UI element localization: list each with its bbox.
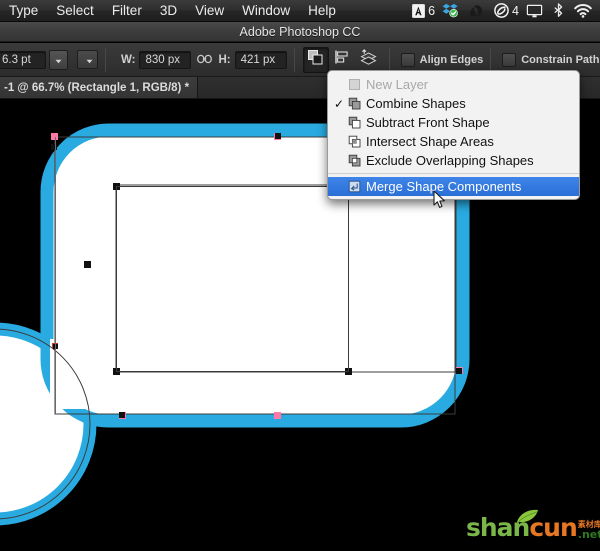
display-icon [526, 4, 543, 18]
menu-label-combine-shapes: Combine Shapes [363, 96, 466, 111]
menu-label-exclude-overlapping-shapes: Exclude Overlapping Shapes [363, 153, 534, 168]
constrain-path-checkbox[interactable] [502, 53, 516, 67]
align-edges-checkbox-row[interactable]: Align Edges [401, 53, 484, 67]
wifi-icon [574, 4, 592, 18]
dimensions-group: W: 830 px H: 421 px [113, 43, 287, 76]
dropbox-status-item[interactable] [442, 3, 462, 18]
menu-item-combine-shapes[interactable]: ✓ Combine Shapes [328, 94, 579, 113]
menu-bar-status-items: 6 [412, 3, 600, 18]
width-input[interactable]: 830 px [139, 51, 191, 69]
watermark-suffix: 素材库 .net [578, 521, 600, 540]
options-separator-2 [294, 48, 295, 72]
wifi-status-item[interactable] [574, 4, 595, 18]
anchor-point[interactable] [275, 133, 281, 139]
constrain-path-label: Constrain Path Dr [521, 54, 600, 66]
menu-item-window[interactable]: Window [233, 1, 299, 21]
menu-label-intersect-shape-areas: Intersect Shape Areas [363, 134, 494, 149]
photoshop-window: Type Select Filter 3D View Window Help 6 [0, 0, 600, 551]
menu-item-select[interactable]: Select [47, 1, 103, 21]
menu-bar-items: Type Select Filter 3D View Window Help [0, 1, 345, 21]
menu-item-subtract-front-shape[interactable]: Subtract Front Shape [328, 113, 579, 132]
stroke-width-group: 6.3 pt [0, 43, 68, 76]
height-input[interactable]: 421 px [235, 51, 287, 69]
align-edges-checkbox[interactable] [401, 53, 415, 67]
menu-label-merge-shape-components: Merge Shape Components [363, 179, 521, 194]
bluetooth-icon [553, 3, 564, 18]
options-separator-3 [389, 48, 390, 72]
menu-item-3d[interactable]: 3D [151, 1, 186, 21]
menu-item-intersect-shape-areas[interactable]: Intersect Shape Areas [328, 132, 579, 151]
stroke-style-dropdown[interactable] [77, 50, 98, 69]
acrobat-badge-count: 6 [428, 4, 435, 18]
path-operations-button[interactable] [303, 47, 329, 73]
creative-cloud-badge-count: 4 [512, 4, 519, 18]
anchor-point[interactable] [119, 412, 125, 418]
menu-item-help[interactable]: Help [299, 1, 345, 21]
chevron-down-icon [55, 51, 62, 69]
menu-bar: Type Select Filter 3D View Window Help 6 [0, 0, 600, 22]
creative-cloud-icon [494, 3, 509, 18]
menu-separator [328, 173, 579, 174]
bluetooth-status-item[interactable] [553, 3, 567, 18]
new-layer-icon [346, 78, 363, 91]
height-label: H: [218, 54, 230, 66]
menu-item-view[interactable]: View [186, 1, 233, 21]
path-arrangement-button[interactable] [357, 48, 381, 72]
acrobat-status-item[interactable]: 6 [412, 4, 435, 18]
exclude-overlapping-shapes-icon [346, 154, 363, 167]
path-alignment-icon [334, 49, 351, 70]
path-operations-popup-menu[interactable]: New Layer ✓ Combine Shapes Subtract Fron… [327, 70, 580, 200]
menu-label-subtract-front-shape: Subtract Front Shape [363, 115, 490, 130]
application-title: Adobe Photoshop CC [240, 25, 361, 39]
intersect-shape-areas-icon [346, 135, 363, 148]
anchor-point[interactable] [456, 368, 462, 374]
menu-item-filter[interactable]: Filter [103, 1, 151, 21]
acrobat-icon [412, 4, 425, 18]
application-title-bar: Adobe Photoshop CC [0, 22, 600, 42]
path-arrangement-icon [359, 49, 378, 71]
merge-shape-components-icon [346, 180, 363, 193]
anchor-point[interactable] [84, 261, 91, 268]
anchor-point[interactable] [274, 412, 281, 419]
chevron-down-icon [86, 51, 93, 69]
subtract-front-shape-icon [346, 116, 363, 129]
anchor-point[interactable] [51, 133, 58, 140]
google-drive-status-item[interactable] [469, 4, 487, 18]
leaf-icon [514, 504, 540, 529]
watermark-text-tld: .net [578, 529, 600, 540]
stroke-width-input[interactable]: 6.3 pt [0, 51, 46, 69]
align-edges-label: Align Edges [420, 54, 484, 66]
path-operations-icon [307, 49, 324, 71]
display-status-item[interactable] [526, 4, 546, 18]
menu-label-new-layer: New Layer [363, 77, 428, 92]
creative-cloud-status-item[interactable]: 4 [494, 3, 519, 18]
document-tab[interactable]: -1 @ 66.7% (Rectangle 1, RGB/8) * [0, 77, 198, 98]
options-separator [105, 48, 106, 72]
menu-item-new-layer[interactable]: New Layer [328, 75, 579, 94]
menu-item-exclude-overlapping-shapes[interactable]: Exclude Overlapping Shapes [328, 151, 579, 170]
constrain-path-checkbox-row[interactable]: Constrain Path Dr [502, 53, 600, 67]
anchor-point[interactable] [51, 144, 57, 150]
path-alignment-button[interactable] [331, 48, 355, 72]
menu-item-type[interactable]: Type [0, 1, 47, 21]
dropbox-icon [442, 3, 459, 18]
options-separator-4 [490, 48, 491, 72]
stroke-width-dropdown-button[interactable] [49, 50, 68, 70]
link-chain-icon[interactable] [197, 51, 212, 69]
width-label: W: [121, 54, 135, 66]
menu-check-combine-shapes: ✓ [332, 97, 346, 111]
combine-shapes-icon [346, 97, 363, 110]
menu-item-merge-shape-components[interactable]: Merge Shape Components [328, 177, 579, 196]
google-drive-icon [469, 4, 484, 18]
watermark: shan cun 素材库 .net [466, 515, 600, 540]
